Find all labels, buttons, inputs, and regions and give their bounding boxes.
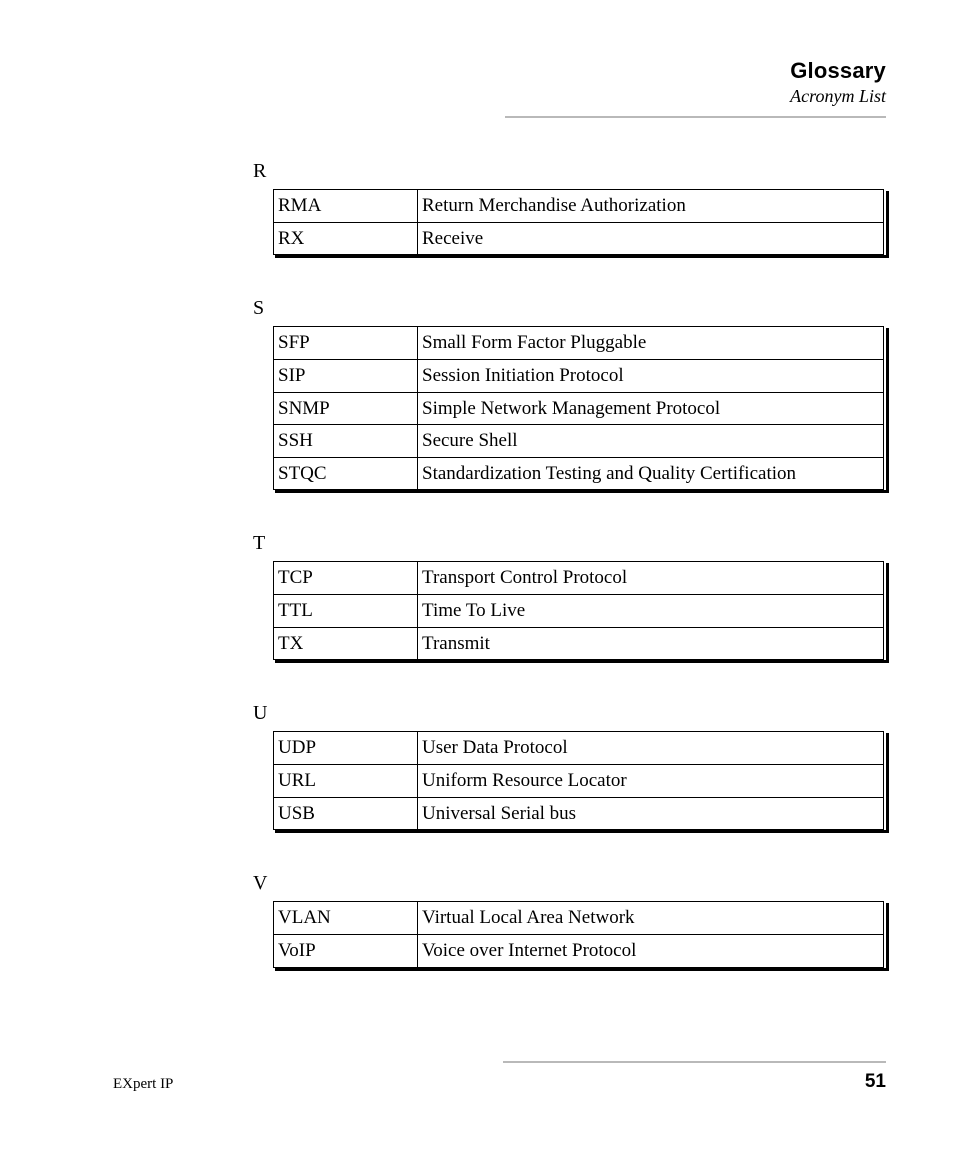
acronym-cell: URL — [274, 765, 418, 798]
table-t: TCP Transport Control Protocol TTL Time … — [273, 561, 884, 660]
page: Glossary Acronym List R RMA Return Merch… — [0, 0, 954, 1159]
section-label-r: R — [253, 160, 886, 183]
definition-cell: Voice over Internet Protocol — [418, 934, 884, 967]
table-row: RMA Return Merchandise Authorization — [274, 190, 884, 223]
acronym-cell: TCP — [274, 562, 418, 595]
table-row: TCP Transport Control Protocol — [274, 562, 884, 595]
acronym-cell: USB — [274, 797, 418, 830]
table-row: VoIP Voice over Internet Protocol — [274, 934, 884, 967]
table-row: TTL Time To Live — [274, 595, 884, 628]
acronym-cell: SFP — [274, 327, 418, 360]
table-r: RMA Return Merchandise Authorization RX … — [273, 189, 884, 255]
acronym-cell: RX — [274, 222, 418, 255]
table-row: SSH Secure Shell — [274, 425, 884, 458]
acronym-cell: RMA — [274, 190, 418, 223]
header-rule — [505, 116, 886, 118]
table-u: UDP User Data Protocol URL Uniform Resou… — [273, 731, 884, 830]
acronym-cell: SSH — [274, 425, 418, 458]
acronym-cell: VLAN — [274, 902, 418, 935]
page-header: Glossary Acronym List — [790, 58, 886, 107]
section-label-u: U — [253, 702, 886, 725]
table-row: RX Receive — [274, 222, 884, 255]
definition-cell: Transport Control Protocol — [418, 562, 884, 595]
acronym-cell: TTL — [274, 595, 418, 628]
definition-cell: Secure Shell — [418, 425, 884, 458]
section-label-v: V — [253, 872, 886, 895]
section-label-t: T — [253, 532, 886, 555]
section-label-s: S — [253, 297, 886, 320]
definition-cell: Return Merchandise Authorization — [418, 190, 884, 223]
definition-cell: Virtual Local Area Network — [418, 902, 884, 935]
header-title: Glossary — [790, 58, 886, 84]
footer-page-number: 51 — [865, 1071, 886, 1093]
definition-cell: Universal Serial bus — [418, 797, 884, 830]
table-v: VLAN Virtual Local Area Network VoIP Voi… — [273, 901, 884, 967]
definition-cell: Receive — [418, 222, 884, 255]
table-row: SIP Session Initiation Protocol — [274, 359, 884, 392]
acronym-cell: TX — [274, 627, 418, 660]
table-row: UDP User Data Protocol — [274, 732, 884, 765]
definition-cell: Uniform Resource Locator — [418, 765, 884, 798]
acronym-cell: SIP — [274, 359, 418, 392]
definition-cell: Standardization Testing and Quality Cert… — [418, 457, 884, 490]
table-row: URL Uniform Resource Locator — [274, 765, 884, 798]
table-row: VLAN Virtual Local Area Network — [274, 902, 884, 935]
table-row: USB Universal Serial bus — [274, 797, 884, 830]
definition-cell: Simple Network Management Protocol — [418, 392, 884, 425]
footer-rule — [503, 1061, 886, 1063]
definition-cell: User Data Protocol — [418, 732, 884, 765]
definition-cell: Session Initiation Protocol — [418, 359, 884, 392]
table-row: STQC Standardization Testing and Quality… — [274, 457, 884, 490]
footer-product: EXpert IP — [113, 1076, 173, 1093]
table-row: SFP Small Form Factor Pluggable — [274, 327, 884, 360]
header-subtitle: Acronym List — [790, 86, 886, 107]
table-row: TX Transmit — [274, 627, 884, 660]
acronym-cell: STQC — [274, 457, 418, 490]
content: R RMA Return Merchandise Authorization R… — [253, 148, 886, 1010]
acronym-cell: SNMP — [274, 392, 418, 425]
definition-cell: Transmit — [418, 627, 884, 660]
definition-cell: Small Form Factor Pluggable — [418, 327, 884, 360]
page-footer: EXpert IP 51 — [113, 1069, 886, 1093]
acronym-cell: UDP — [274, 732, 418, 765]
acronym-cell: VoIP — [274, 934, 418, 967]
table-s: SFP Small Form Factor Pluggable SIP Sess… — [273, 326, 884, 490]
table-row: SNMP Simple Network Management Protocol — [274, 392, 884, 425]
definition-cell: Time To Live — [418, 595, 884, 628]
